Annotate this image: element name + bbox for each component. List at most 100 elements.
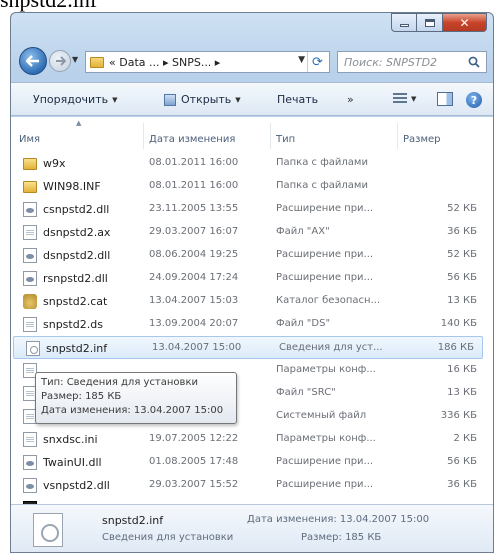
file-type: Расширение при... [276,249,374,260]
file-size: 52 КБ [447,249,477,260]
tooltip-type: Тип: Сведения для установки [41,377,198,388]
file-date: 19.07.2005 12:22 [149,433,239,444]
organize-button[interactable]: Упорядочить ▼ [33,93,118,106]
folder-icon [90,56,104,68]
file-type: Параметры конф... [276,364,376,375]
column-headers: ▲ Имя Дата изменения Тип Размер [11,117,493,153]
close-icon: ✕ [459,15,470,30]
dll-icon [23,455,37,470]
file-name: snpstd2.cat [43,295,108,308]
file-type: Каталог безопасн... [276,295,381,306]
close-button[interactable]: ✕ [443,13,487,32]
file-date: 23.11.2005 13:55 [149,203,239,214]
column-header-date[interactable]: Дата изменения [149,134,235,145]
column-divider[interactable] [397,123,398,149]
file-list: ▲ Имя Дата изменения Тип Размер w9x 08.0… [11,117,493,504]
file-type: Расширение при... [276,456,374,467]
history-dropdown-icon[interactable]: ▼ [72,55,78,64]
file-tooltip: Тип: Сведения для установки Размер: 185 … [35,372,237,424]
column-header-type[interactable]: Тип [276,134,295,145]
open-label: Открыть [181,93,232,106]
file-date: 29.03.2007 16:07 [149,226,239,237]
file-size: 16 КБ [447,364,477,375]
forward-arrow-icon [55,56,66,66]
explorer-window: ✕ ▼ « Data ... ▸ SNPS... ▸ ▼ ⟳ Поиск: SN… [10,12,494,553]
file-row[interactable]: dsnpstd2.ax 29.03.2007 16:07 Файл "AX" 3… [11,221,485,244]
file-type: Папка с файлами [276,157,368,168]
file-row[interactable]: snpstd2.cat 13.04.2007 15:03 Каталог без… [11,290,485,313]
file-name: rsnpstd2.dll [43,272,108,285]
file-name: vsnpstd2.dll [43,479,110,492]
command-bar: Упорядочить ▼ Открыть ▼ Печать » ▼ ? [11,82,493,116]
details-date: Дата изменения: 13.04.2007 15:00 [247,514,430,525]
column-header-size[interactable]: Размер [403,134,441,145]
file-row[interactable]: vsnpstd2.dll 29.03.2007 15:52 Расширение… [11,474,485,497]
minimize-button[interactable] [391,13,417,32]
file-row[interactable]: w9x 08.01.2011 16:00 Папка с файлами [11,152,485,175]
back-button[interactable] [19,47,47,75]
address-bar[interactable]: « Data ... ▸ SNPS... ▸ ▼ ⟳ [85,51,330,73]
more-commands-icon: » [347,93,354,106]
file-name: WIN98.INF [43,180,101,193]
file-row[interactable]: snxdsc.ini 19.07.2005 12:22 Параметры ко… [11,428,485,451]
dll-icon [23,478,37,493]
file-name: TwainUI.dll [43,456,102,469]
refresh-icon[interactable]: ⟳ [307,52,327,72]
file-date: 08.01.2011 16:00 [149,180,239,191]
search-icon[interactable] [468,56,480,68]
file-type: Расширение при... [276,272,374,283]
file-type: Расширение при... [276,479,374,490]
file-name: snxdsc.ini [43,433,98,446]
maximize-button[interactable] [417,13,443,32]
column-header-name[interactable]: Имя [19,134,40,145]
file-date: 29.03.2007 15:52 [149,479,239,490]
file-size: 13 КБ [447,387,477,398]
file-row[interactable]: dsnpstd2.dll 08.06.2004 19:25 Расширение… [11,244,485,267]
file-type: Файл "SRC" [276,387,336,398]
file-icon [23,317,37,332]
open-button[interactable]: Открыть ▼ [164,93,241,106]
file-row[interactable] [11,497,485,504]
file-row[interactable]: TwainUI.dll 01.08.2005 17:48 Расширение … [11,451,485,474]
help-icon[interactable]: ? [466,92,482,108]
organize-label: Упорядочить [33,93,109,106]
chevron-down-icon: ▼ [112,95,118,104]
file-row[interactable]: rsnpstd2.dll 24.09.2004 17:24 Расширение… [11,267,485,290]
catalog-icon [23,294,37,309]
preview-pane-button[interactable] [437,92,453,106]
file-icon [23,432,37,447]
file-row[interactable]: snpstd2.ds 13.09.2004 20:07 Файл "DS" 14… [11,313,485,336]
address-dropdown-icon[interactable]: ▼ [298,55,305,65]
file-name: dsnpstd2.dll [43,249,111,262]
view-list-icon [393,93,407,105]
file-type: Папка с файлами [276,180,368,191]
file-size: 2 КБ [453,433,477,444]
file-date: 13.09.2004 20:07 [149,318,239,329]
folder-icon [23,181,37,193]
navigation-bar: ▼ « Data ... ▸ SNPS... ▸ ▼ ⟳ Поиск: SNPS… [11,45,493,79]
file-name: snpstd2.ds [43,318,103,331]
details-pane: snpstd2.inf Сведения для установки Дата … [11,504,493,552]
details-file-type: Сведения для установки [102,532,234,543]
address-path: « Data ... ▸ SNPS... ▸ [109,55,221,69]
change-view-button[interactable]: ▼ [393,93,416,105]
file-row-selected[interactable]: snpstd2.inf 13.04.2007 15:00 Сведения дл… [13,336,483,359]
file-date: 13.04.2007 15:03 [149,295,239,306]
more-commands-button[interactable]: » [347,93,354,106]
file-size: 336 КБ [440,410,477,421]
details-size: Размер: 185 КБ [301,532,382,543]
file-row[interactable]: WIN98.INF 08.01.2011 16:00 Папка с файла… [11,175,485,198]
print-button[interactable]: Печать [277,93,318,106]
file-row[interactable]: csnpstd2.dll 23.11.2005 13:55 Расширение… [11,198,485,221]
file-type: Файл "AX" [276,226,330,237]
file-size: 186 КБ [437,342,474,353]
column-divider[interactable] [143,123,144,149]
file-name: csnpstd2.dll [43,203,110,216]
search-input[interactable]: Поиск: SNPSTD2 [337,51,487,73]
open-icon [164,93,176,106]
file-size: 56 КБ [447,272,477,283]
file-size: 36 КБ [447,226,477,237]
file-date: 24.09.2004 17:24 [149,272,239,283]
column-divider[interactable] [270,123,271,149]
forward-button[interactable] [49,50,71,72]
